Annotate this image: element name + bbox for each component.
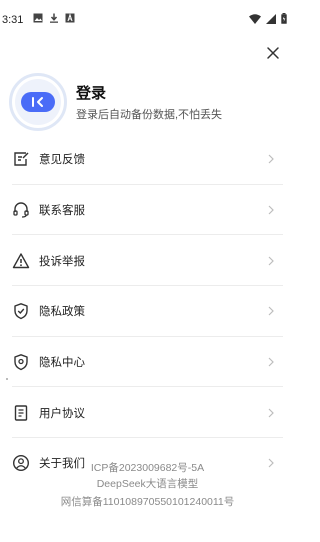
signal-icon	[266, 13, 276, 24]
headset-icon	[13, 202, 29, 218]
download-notification-icon	[50, 13, 58, 23]
login-text-group: 登录 登录后自动备份数据,不怕丢失	[76, 82, 222, 122]
menu-item-user-agreement[interactable]: 用户协议	[0, 387, 295, 438]
menu-item-privacy-policy[interactable]: 隐私政策	[0, 286, 295, 337]
login-title[interactable]: 登录	[76, 82, 222, 103]
model-name-text: DeepSeek大语言模型	[96, 478, 199, 490]
settings-menu: 意见反馈 联系客服 投诉举报 隐私政策 隐私中心 用户协议 关于我们	[0, 134, 295, 489]
location-shield-icon	[14, 354, 28, 371]
chevron-right-icon	[268, 357, 274, 367]
menu-item-label: 投诉举报	[39, 255, 85, 268]
logo-mark-icon	[32, 97, 43, 107]
warning-icon	[12, 253, 30, 268]
menu-item-feedback[interactable]: 意见反馈	[0, 134, 295, 185]
avatar-background	[15, 79, 61, 125]
menu-item-label: 意见反馈	[39, 154, 85, 167]
app-notification-icon	[65, 13, 75, 23]
algorithm-filing-text: 网信算备110108970550101240011号	[60, 496, 235, 508]
shield-check-icon	[14, 303, 28, 320]
feedback-icon	[14, 152, 29, 167]
menu-item-privacy-center[interactable]: 隐私中心	[0, 337, 295, 388]
menu-item-label: 隐私政策	[39, 306, 85, 319]
menu-item-label: 联系客服	[39, 205, 85, 218]
login-subtitle: 登录后自动备份数据,不怕丢失	[76, 109, 223, 121]
notification-icons	[33, 13, 75, 23]
edge-indicator	[6, 378, 8, 380]
app-logo-icon	[21, 92, 55, 112]
status-bar: 3:31	[0, 0, 295, 38]
chevron-right-icon	[268, 205, 274, 215]
document-icon	[14, 405, 28, 421]
battery-icon	[281, 13, 287, 24]
icp-filing-text: ICP备2023009682号-5A	[90, 462, 205, 474]
menu-item-report[interactable]: 投诉举报	[0, 235, 295, 286]
chevron-right-icon	[268, 306, 274, 316]
chevron-right-icon	[268, 256, 274, 266]
menu-item-label: 隐私中心	[39, 357, 85, 370]
login-header[interactable]: 登录 登录后自动备份数据,不怕丢失	[9, 72, 289, 132]
system-status-icons	[249, 13, 287, 24]
image-notification-icon	[33, 13, 43, 23]
close-button[interactable]	[265, 45, 281, 61]
chevron-right-icon	[268, 154, 274, 164]
chevron-right-icon	[268, 408, 274, 418]
menu-item-contact-support[interactable]: 联系客服	[0, 185, 295, 236]
menu-item-label: 用户协议	[39, 407, 85, 420]
status-time: 3:31	[2, 14, 24, 26]
avatar[interactable]	[9, 73, 67, 131]
wifi-icon	[249, 13, 261, 24]
